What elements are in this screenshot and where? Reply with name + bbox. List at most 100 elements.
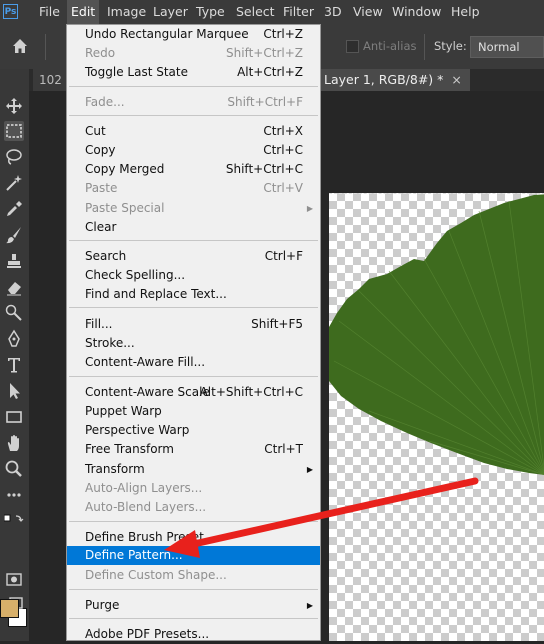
document-tab[interactable]: 102 bbox=[33, 69, 68, 91]
menu-item-label: Redo bbox=[85, 46, 116, 60]
menu-item-label: Find and Replace Text... bbox=[85, 287, 227, 301]
menu-help[interactable]: Help bbox=[451, 0, 480, 24]
lasso-tool-icon[interactable] bbox=[4, 147, 24, 167]
zoom-tool-icon[interactable] bbox=[4, 459, 24, 479]
menu-item-adobe-pdf-presets[interactable]: Adobe PDF Presets... bbox=[67, 625, 320, 644]
menu-item-puppet-warp[interactable]: Puppet Warp bbox=[67, 402, 320, 421]
menu-item-shortcut: Shift+F5 bbox=[251, 317, 303, 331]
menu-view[interactable]: View bbox=[353, 0, 383, 24]
menu-item-transform[interactable]: Transform ▶ bbox=[67, 460, 320, 479]
close-tab-icon[interactable]: × bbox=[451, 72, 461, 87]
menu-separator bbox=[69, 115, 318, 116]
menu-item-label: Content-Aware Scale bbox=[85, 385, 210, 399]
menu-item-shortcut: Ctrl+T bbox=[264, 442, 303, 456]
style-select[interactable]: Normal bbox=[470, 36, 544, 58]
marquee-tool-icon[interactable] bbox=[4, 121, 24, 141]
eraser-tool-icon[interactable] bbox=[4, 277, 24, 297]
brush-tool-icon[interactable] bbox=[4, 225, 24, 245]
menu-edit[interactable]: Edit bbox=[67, 0, 100, 24]
submenu-arrow-icon: ▶ bbox=[306, 204, 313, 213]
menu-file[interactable]: File bbox=[39, 0, 60, 24]
type-tool-icon[interactable] bbox=[4, 355, 24, 375]
stamp-tool-icon[interactable] bbox=[4, 251, 24, 271]
menu-filter[interactable]: Filter bbox=[283, 0, 314, 24]
menu-item-clear[interactable]: Clear bbox=[67, 218, 320, 237]
menu-item-copy[interactable]: Copy Ctrl+C bbox=[67, 141, 320, 160]
document-tab-active[interactable]: Layer 1, RGB/8#) * × bbox=[318, 69, 470, 91]
menu-item-define-pattern[interactable]: Define Pattern... bbox=[67, 546, 320, 565]
menu-item-perspective-warp[interactable]: Perspective Warp bbox=[67, 421, 320, 440]
menu-item-fill[interactable]: Fill... Shift+F5 bbox=[67, 315, 320, 334]
submenu-arrow-icon: ▶ bbox=[306, 601, 313, 610]
menu-window[interactable]: Window bbox=[392, 0, 441, 24]
submenu-arrow-icon: ▶ bbox=[306, 465, 313, 474]
menu-3d[interactable]: 3D bbox=[324, 0, 342, 24]
menu-item-label: Define Brush Preset... bbox=[85, 530, 216, 544]
menu-separator bbox=[69, 376, 318, 377]
home-icon[interactable] bbox=[10, 36, 30, 56]
menu-item-cut[interactable]: Cut Ctrl+X bbox=[67, 122, 320, 141]
anti-alias-checkbox[interactable] bbox=[346, 40, 359, 53]
menu-item-label: Toggle Last State bbox=[85, 65, 188, 79]
menu-item-content-aware-fill[interactable]: Content-Aware Fill... bbox=[67, 353, 320, 372]
eyedropper-tool-icon[interactable] bbox=[4, 199, 24, 219]
menu-item-label: Fill... bbox=[85, 317, 113, 331]
menu-item-purge[interactable]: Purge ▶ bbox=[67, 596, 320, 615]
menu-item-shortcut: Shift+Ctrl+F bbox=[227, 95, 303, 109]
menu-item-free-transform[interactable]: Free Transform Ctrl+T bbox=[67, 440, 320, 459]
hand-tool-icon[interactable] bbox=[4, 433, 24, 453]
more-tools-icon[interactable] bbox=[4, 485, 24, 505]
menu-item-search[interactable]: Search Ctrl+F bbox=[67, 247, 320, 266]
foreground-color-swatch[interactable] bbox=[0, 599, 19, 618]
menu-item-shortcut: Alt+Shift+Ctrl+C bbox=[199, 385, 303, 399]
menu-item-toggle-last-state[interactable]: Toggle Last State Alt+Ctrl+Z bbox=[67, 63, 320, 82]
menu-item-label: Free Transform bbox=[85, 442, 174, 456]
menu-item-check-spelling[interactable]: Check Spelling... bbox=[67, 266, 320, 285]
menu-item-label: Auto-Align Layers... bbox=[85, 481, 203, 495]
menu-item-label: Paste bbox=[85, 181, 118, 195]
menu-select[interactable]: Select bbox=[236, 0, 275, 24]
menu-item-paste[interactable]: Paste Ctrl+V bbox=[67, 179, 320, 198]
menu-layer[interactable]: Layer bbox=[153, 0, 188, 24]
move-tool-icon[interactable] bbox=[4, 96, 24, 116]
menu-type[interactable]: Type bbox=[196, 0, 225, 24]
menu-separator bbox=[69, 521, 318, 522]
document-tab-title: Layer 1, RGB/8#) * bbox=[324, 72, 444, 87]
menu-item-copy-merged[interactable]: Copy Merged Shift+Ctrl+C bbox=[67, 160, 320, 179]
menu-separator bbox=[69, 240, 318, 241]
swap-colors-icon[interactable] bbox=[3, 511, 24, 525]
menu-item-label: Define Custom Shape... bbox=[85, 568, 227, 582]
menu-item-paste-special[interactable]: Paste Special ▶ bbox=[67, 199, 320, 218]
edit-menu-dropdown: Undo Rectangular Marquee Ctrl+Z Redo Shift+… bbox=[66, 24, 321, 641]
pen-tool-icon[interactable] bbox=[4, 329, 24, 349]
menu-item-shortcut: Ctrl+Z bbox=[263, 27, 303, 41]
menu-item-shortcut: Shift+Ctrl+Z bbox=[226, 46, 303, 60]
menu-item-label: Define Pattern... bbox=[85, 548, 183, 562]
menu-item-label: Perspective Warp bbox=[85, 423, 190, 437]
menu-item-content-aware-scale[interactable]: Content-Aware Scale Alt+Shift+Ctrl+C bbox=[67, 383, 320, 402]
menu-item-shortcut: Alt+Ctrl+Z bbox=[237, 65, 303, 79]
menu-item-label: Fade... bbox=[85, 95, 125, 109]
menu-image[interactable]: Image bbox=[107, 0, 146, 24]
magic-wand-tool-icon[interactable] bbox=[4, 173, 24, 193]
menu-item-find-and-replace-text[interactable]: Find and Replace Text... bbox=[67, 285, 320, 304]
menu-item-define-brush-preset[interactable]: Define Brush Preset... bbox=[67, 528, 320, 547]
rectangle-tool-icon[interactable] bbox=[4, 407, 24, 427]
menu-separator bbox=[69, 307, 318, 308]
dodge-tool-icon[interactable] bbox=[4, 303, 24, 323]
menu-item-auto-blend-layers[interactable]: Auto-Blend Layers... bbox=[67, 498, 320, 517]
menu-item-redo[interactable]: Redo Shift+Ctrl+Z bbox=[67, 44, 320, 63]
path-selection-tool-icon[interactable] bbox=[4, 381, 24, 401]
menu-item-label: Copy bbox=[85, 143, 116, 157]
menu-item-label: Copy Merged bbox=[85, 162, 165, 176]
menu-item-label: Purge bbox=[85, 598, 120, 612]
menu-item-fade[interactable]: Fade... Shift+Ctrl+F bbox=[67, 93, 320, 112]
quick-mask-icon[interactable] bbox=[4, 569, 24, 589]
menu-item-label: Transform bbox=[85, 462, 145, 476]
menu-item-shortcut: Ctrl+C bbox=[263, 143, 303, 157]
menu-item-auto-align-layers[interactable]: Auto-Align Layers... bbox=[67, 479, 320, 498]
menu-item-stroke[interactable]: Stroke... bbox=[67, 334, 320, 353]
menu-item-label: Content-Aware Fill... bbox=[85, 355, 206, 369]
menu-item-undo-rectangular-marquee[interactable]: Undo Rectangular Marquee Ctrl+Z bbox=[67, 25, 320, 44]
menu-item-define-custom-shape[interactable]: Define Custom Shape... bbox=[67, 566, 320, 585]
